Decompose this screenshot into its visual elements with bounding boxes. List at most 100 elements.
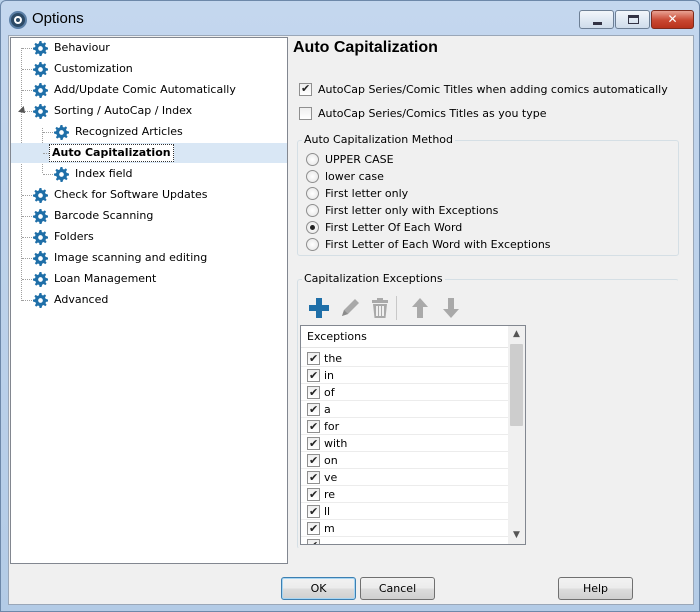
tree-item-label: Folders	[54, 230, 94, 243]
exception-row[interactable]: with	[301, 435, 508, 452]
radio-label: First letter only	[325, 187, 409, 200]
exception-checkbox[interactable]	[307, 385, 320, 400]
exceptions-scrollbar[interactable]: ▲ ▼	[508, 326, 525, 544]
tree-item-label: Advanced	[54, 293, 109, 306]
exception-checkbox[interactable]	[307, 521, 320, 536]
delete-icon[interactable]	[367, 295, 393, 321]
radio-button[interactable]	[306, 170, 319, 183]
autocap-when-adding-checkbox[interactable]	[299, 82, 312, 96]
title-bar[interactable]: Options ✕	[1, 1, 699, 35]
exception-word: of	[324, 386, 335, 399]
edit-icon[interactable]	[337, 295, 363, 321]
gear-icon	[33, 104, 48, 119]
panel-title: Auto Capitalization	[293, 39, 438, 56]
radio-button[interactable]	[306, 153, 319, 166]
tree-item-label: Customization	[54, 62, 133, 75]
minimize-button[interactable]	[579, 10, 614, 29]
exception-checkbox[interactable]	[307, 487, 320, 502]
tree-guide-line	[43, 132, 53, 133]
autocap-when-adding-label: AutoCap Series/Comic Titles when adding …	[318, 83, 668, 96]
exception-row[interactable]: m	[301, 520, 508, 537]
radio-button[interactable]	[306, 238, 319, 251]
exception-row[interactable]: for	[301, 418, 508, 435]
exception-checkbox[interactable]	[307, 470, 320, 485]
exception-row[interactable]: re	[301, 486, 508, 503]
exception-row[interactable]: in	[301, 367, 508, 384]
tree-item-check-for-software-updates[interactable]: Check for Software Updates	[11, 185, 281, 205]
radio-label: First Letter Of Each Word	[325, 221, 463, 234]
tree-item-barcode-scanning[interactable]: Barcode Scanning	[11, 206, 281, 226]
close-button[interactable]: ✕	[651, 10, 694, 29]
exception-row[interactable]: ll	[301, 503, 508, 520]
scroll-up-icon[interactable]: ▲	[508, 326, 525, 343]
gear-icon	[54, 167, 69, 182]
tree-guide-line	[22, 195, 32, 196]
radio-label: UPPER CASE	[325, 153, 394, 166]
exception-checkbox[interactable]	[307, 402, 320, 417]
exception-word: m	[324, 522, 335, 535]
cancel-button[interactable]: Cancel	[360, 577, 435, 600]
radio-button[interactable]	[306, 221, 319, 234]
move-up-icon[interactable]	[407, 295, 433, 321]
tree-item-customization[interactable]: Customization	[11, 59, 281, 79]
gear-icon	[33, 41, 48, 56]
exception-checkbox[interactable]	[307, 504, 320, 519]
tree-item-recognized-articles[interactable]: Recognized Articles	[11, 122, 281, 142]
tree-item-label: Auto Capitalization	[49, 144, 174, 162]
autocap-as-you-type-checkbox[interactable]	[299, 107, 312, 120]
exception-word: on	[324, 454, 338, 467]
exception-checkbox[interactable]	[307, 351, 320, 366]
exception-checkbox[interactable]	[307, 538, 320, 544]
exception-word: in	[324, 369, 335, 382]
tree-item-index-field[interactable]: Index field	[11, 164, 281, 184]
exception-row[interactable]: a	[301, 401, 508, 418]
options-tree[interactable]: Behaviour Customization Add/Update Comic A…	[10, 37, 288, 564]
gear-icon	[33, 209, 48, 224]
window-title: Options	[32, 10, 84, 27]
exception-row[interactable]: ve	[301, 469, 508, 486]
radio-button[interactable]	[306, 187, 319, 200]
tree-item-add-update-comic-automatically[interactable]: Add/Update Comic Automatically	[11, 80, 281, 100]
tree-item-loan-management[interactable]: Loan Management	[11, 269, 281, 289]
exception-row[interactable]: the	[301, 350, 508, 367]
scrollbar-thumb[interactable]	[510, 344, 523, 426]
ok-button[interactable]: OK	[281, 577, 356, 600]
exception-row[interactable]: on	[301, 452, 508, 469]
tree-guide-line	[22, 69, 32, 70]
tree-item-advanced[interactable]: Advanced	[11, 290, 281, 310]
radio-label: First Letter of Each Word with Exception…	[325, 238, 551, 251]
tree-item-behaviour[interactable]: Behaviour	[11, 38, 281, 58]
tree-item-image-scanning-and-editing[interactable]: Image scanning and editing	[11, 248, 281, 268]
tree-item-label: Barcode Scanning	[54, 209, 154, 222]
toolbar-separator	[396, 296, 397, 320]
exception-word: for	[324, 420, 340, 433]
exception-row[interactable]: of	[301, 384, 508, 401]
expand-arrow-icon[interactable]	[18, 106, 28, 116]
maximize-button[interactable]	[615, 10, 650, 29]
tree-item-auto-capitalization[interactable]: Auto Capitalization	[11, 143, 287, 163]
tree-guide-line	[22, 48, 32, 49]
tree-guide-line	[22, 258, 32, 259]
exceptions-column-header[interactable]: Exceptions	[301, 326, 508, 348]
gear-icon	[33, 62, 48, 77]
gear-icon	[33, 251, 48, 266]
gear-icon	[54, 125, 69, 140]
method-group-title: Auto Capitalization Method	[302, 133, 455, 146]
exception-checkbox[interactable]	[307, 453, 320, 468]
tree-item-label: Recognized Articles	[75, 125, 183, 138]
exception-word: re	[324, 488, 336, 501]
radio-button[interactable]	[306, 204, 319, 217]
exception-row-partial[interactable]	[301, 537, 508, 544]
move-down-icon[interactable]	[438, 295, 464, 321]
tree-item-sorting-autocap-index[interactable]: Sorting / AutoCap / Index	[11, 101, 281, 121]
exception-checkbox[interactable]	[307, 368, 320, 383]
add-icon[interactable]	[306, 295, 332, 321]
help-button[interactable]: Help	[558, 577, 633, 600]
exception-checkbox[interactable]	[307, 419, 320, 434]
options-window: Options ✕ Behaviour Customization Add/Upda…	[0, 0, 700, 612]
exception-checkbox[interactable]	[307, 436, 320, 451]
scroll-down-icon[interactable]: ▼	[508, 527, 525, 544]
exceptions-list[interactable]: Exceptions the in of a for with on ve re ll m ▲ ▼	[300, 325, 526, 545]
tree-item-folders[interactable]: Folders	[11, 227, 281, 247]
gear-icon	[33, 293, 48, 308]
